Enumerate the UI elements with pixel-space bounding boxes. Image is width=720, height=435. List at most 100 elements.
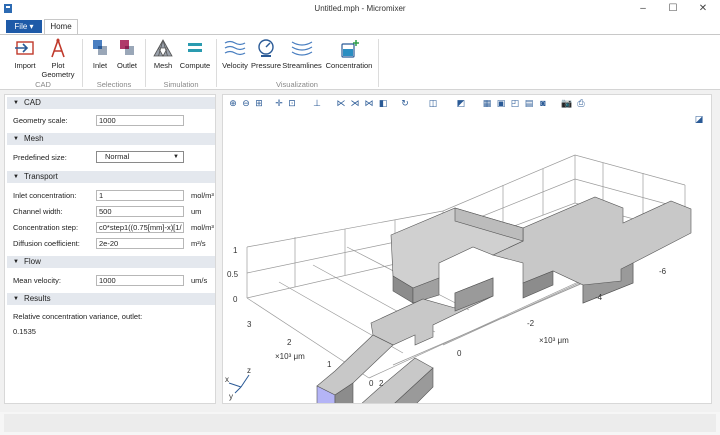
section-cad-header[interactable]: ▼ CAD (7, 97, 215, 109)
group-visualization-label: Visualization (276, 80, 318, 89)
plot-geometry-icon (51, 38, 65, 58)
diffusion-coefficient-input[interactable]: 2e-20 (96, 238, 184, 249)
inlet-concentration-input[interactable]: 1 (96, 190, 184, 201)
concentration-step-unit: mol/m³ (191, 223, 214, 232)
velocity-icon (224, 40, 246, 56)
screenshot-icon[interactable]: ◙ (537, 97, 549, 109)
mesh-button[interactable]: Mesh (150, 38, 176, 70)
mesh-icon (153, 39, 173, 57)
concentration-step-input[interactable]: c0*step1((0.75[mm]-x)[1/ (96, 222, 184, 233)
z-tick-label: 1 (233, 246, 238, 255)
import-icon (15, 41, 34, 55)
status-bar-inner (4, 414, 716, 432)
minimize-button[interactable]: – (630, 1, 656, 17)
zoom-box-icon[interactable]: ⊞ (253, 97, 265, 109)
file-menu-button[interactable]: File ▾ (6, 20, 42, 33)
section-flow-header[interactable]: ▼ Flow (7, 256, 215, 268)
camera-icon[interactable]: ◫ (427, 97, 439, 109)
scene-light-icon[interactable]: ◧ (377, 97, 389, 109)
screenshot-icon[interactable]: 📷 (561, 97, 573, 109)
window-title: Untitled.mph - Micromixer (314, 4, 406, 13)
velocity-button[interactable]: Velocity (220, 38, 250, 70)
axes-icon[interactable]: ⊥ (311, 97, 323, 109)
inlet-label: Inlet (92, 61, 108, 70)
fit-icon[interactable]: ⊡ (286, 97, 298, 109)
close-button[interactable]: ✕ (690, 1, 716, 17)
section-results-header[interactable]: ▼ Results (7, 293, 215, 305)
render-icon[interactable]: ◩ (455, 97, 467, 109)
y-axis-label: ×10³ μm (275, 352, 305, 361)
channel-width-label: Channel width: (13, 207, 63, 216)
zoom-out-icon[interactable]: ⊖ (240, 97, 252, 109)
pressure-label: Pressure (250, 61, 281, 70)
x-tick-label: 2 (379, 379, 384, 388)
velocity-label: Velocity (222, 61, 248, 70)
concentration-step-label: Concentration step: (13, 223, 79, 232)
x-tick-label: -4 (595, 293, 603, 302)
section-cad-title: CAD (23, 98, 41, 107)
triad-y-label: y (229, 392, 233, 401)
geometry-scale-input[interactable]: 1000 (96, 115, 184, 126)
plot-geometry-button[interactable]: Plot Geometry (40, 38, 76, 79)
transparency-icon[interactable]: ◰ (509, 97, 521, 109)
predefined-size-select[interactable]: Normal ▼ (96, 151, 184, 163)
section-transport-title: Transport (23, 172, 58, 181)
view-yz-icon[interactable]: ⋊ (349, 97, 361, 109)
triad-x-label: x (225, 375, 229, 384)
outlet-icon (120, 40, 134, 55)
channel-width-input[interactable]: 500 (96, 206, 184, 217)
view-xy-icon[interactable]: ⋉ (335, 97, 347, 109)
inlet-concentration-label: Inlet concentration: (13, 191, 77, 200)
group-separator (378, 39, 379, 87)
geometry-scale-label: Geometry scale: (13, 116, 68, 125)
mean-velocity-input[interactable]: 1000 (96, 275, 184, 286)
y-tick-label: 0 (369, 379, 374, 388)
zoom-in-icon[interactable]: ⊕ (227, 97, 239, 109)
section-transport-header[interactable]: ▼ Transport (7, 171, 215, 183)
view-xz-icon[interactable]: ⋈ (363, 97, 375, 109)
ribbon-tab-row: File ▾ Home (0, 18, 720, 35)
diffusion-coefficient-unit: m²/s (191, 239, 206, 248)
streamlines-label: Streamlines (282, 61, 322, 70)
inlet-button[interactable]: Inlet (88, 38, 112, 70)
concentration-button[interactable]: Concentration (324, 38, 374, 70)
select-icon[interactable]: ▤ (523, 97, 535, 109)
x-tick-label: -2 (527, 319, 535, 328)
zoom-extents-icon[interactable]: ✛ (273, 97, 285, 109)
collapse-triangle-icon: ▼ (13, 136, 19, 142)
concentration-label: Concentration (325, 61, 373, 70)
grid-icon[interactable]: ▦ (481, 97, 493, 109)
print-icon[interactable]: ⎙ (575, 97, 587, 109)
mean-velocity-unit: um/s (191, 276, 208, 285)
mean-velocity-label: Mean velocity: (13, 276, 61, 285)
section-mesh-header[interactable]: ▼ Mesh (7, 133, 215, 145)
tab-home[interactable]: Home (44, 19, 78, 35)
z-tick-label: 0 (233, 295, 238, 304)
outlet-button[interactable]: Outlet (114, 38, 140, 70)
pressure-button[interactable]: Pressure (250, 38, 282, 70)
x-tick-label: -6 (659, 267, 667, 276)
variance-value: 0.1535 (13, 327, 36, 336)
dropdown-arrow-icon: ▼ (173, 154, 179, 160)
import-button[interactable]: Import (8, 38, 42, 70)
variance-label: Relative concentration variance, outlet: (13, 312, 143, 321)
compute-button[interactable]: Compute (178, 38, 212, 70)
graphics-window[interactable]: ⊕ ⊖ ⊞ ✛ ⊡ ⊥ ⋉ ⋊ ⋈ ◧ ↻ ◫ ◩ ▦ ▣ ◰ ▤ ◙ 📷 ⎙ … (222, 94, 712, 404)
z-tick-label: 0.5 (227, 270, 239, 279)
section-results-title: Results (23, 294, 51, 303)
workspace: ▼ CAD Geometry scale: 1000 ▼ Mesh Predefin… (0, 90, 720, 412)
streamlines-button[interactable]: Streamlines (282, 38, 322, 70)
status-bar (0, 412, 720, 435)
triad-z-label: z (247, 366, 251, 375)
inlet-icon (93, 40, 107, 55)
y-tick-label: 1 (327, 360, 332, 369)
inlet-concentration-unit: mol/m³ (191, 191, 214, 200)
compute-label: Compute (179, 61, 211, 70)
wireframe-icon[interactable]: ▣ (495, 97, 507, 109)
collapse-triangle-icon: ▼ (13, 259, 19, 265)
section-mesh-title: Mesh (23, 134, 44, 143)
pressure-icon (258, 39, 274, 57)
title-bar: Untitled.mph - Micromixer – ☐ ✕ (0, 0, 720, 18)
rotate-icon[interactable]: ↻ (399, 97, 411, 109)
maximize-button[interactable]: ☐ (660, 1, 686, 17)
